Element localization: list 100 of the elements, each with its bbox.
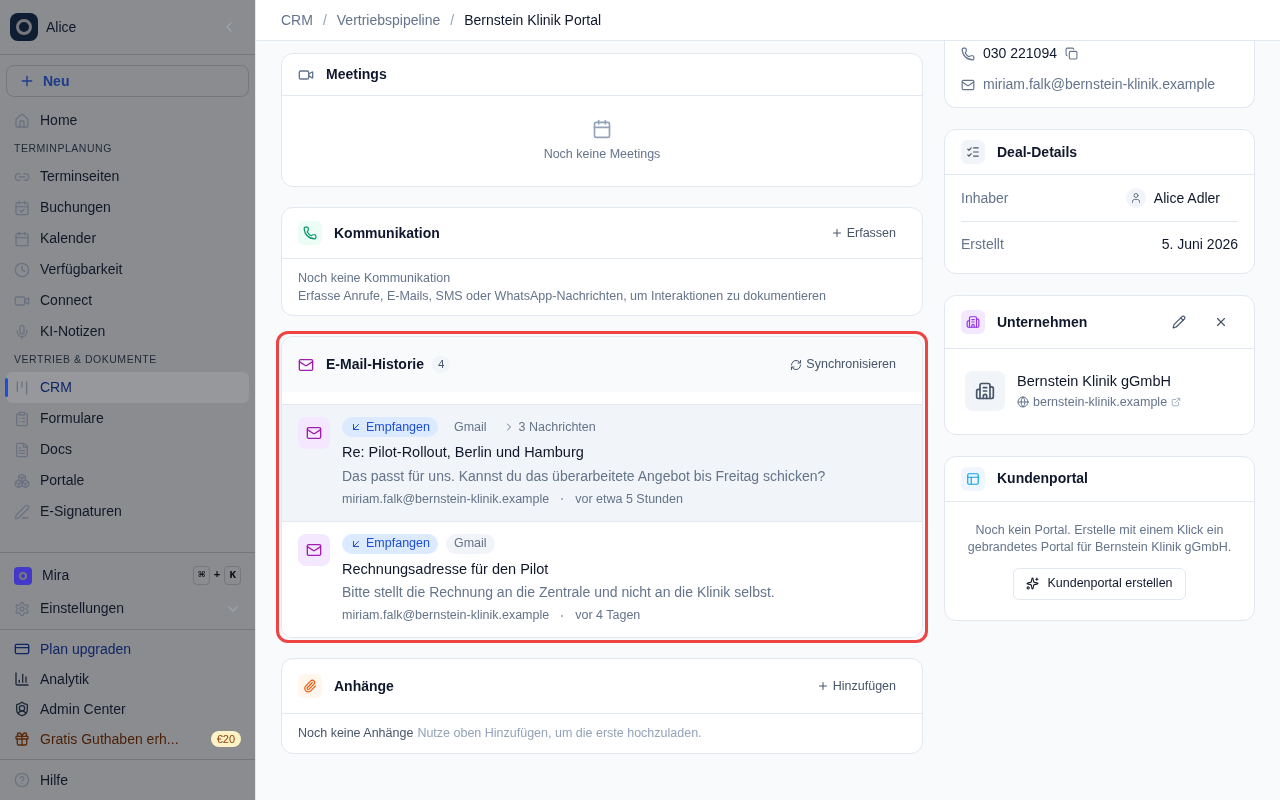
- email-sender: miriam.falk@bernstein-klinik.example: [342, 607, 550, 625]
- phone-icon: [303, 226, 317, 240]
- nav-item[interactable]: Connect: [6, 285, 249, 316]
- phone-number: 030 221094: [983, 44, 1057, 63]
- create-portal-button[interactable]: Kundenportal erstellen: [1013, 567, 1186, 600]
- breadcrumb-separator: /: [322, 10, 327, 30]
- building-icon: [966, 315, 980, 329]
- field-label: Erstellt: [961, 235, 1004, 254]
- add-button[interactable]: Hinzufügen: [816, 676, 896, 696]
- plus-icon: [19, 73, 35, 89]
- close-icon[interactable]: [1214, 315, 1228, 329]
- email-time: vor 4 Tagen: [575, 607, 641, 625]
- nav-item[interactable]: Kalender: [6, 223, 249, 254]
- company-logo-icon: [965, 371, 1005, 412]
- kanban-icon: [14, 379, 30, 396]
- sparkles-icon: [1026, 577, 1040, 590]
- nav-item[interactable]: Admin Center: [6, 694, 249, 724]
- calendar-icon: [14, 230, 30, 247]
- assistant-logo-icon: [14, 566, 32, 585]
- nav-item[interactable]: CRM: [6, 372, 249, 403]
- copy-icon[interactable]: [1064, 47, 1078, 60]
- credit-badge: €20: [210, 730, 241, 748]
- field-value: 5. Juni 2026: [1161, 235, 1238, 254]
- website-link[interactable]: bernstein-klinik.example: [1033, 392, 1168, 412]
- portal-description: Noch kein Portal. Erstelle mit einem Klick ein gebrandetes Portal für Bernstein Klinik gGmbH.: [966, 521, 1233, 556]
- logo-icon: [10, 13, 38, 41]
- empty-state-title: Noch keine Anhänge: [298, 725, 414, 742]
- shortcut-key: +: [213, 567, 221, 584]
- nav-item[interactable]: Buchungen: [6, 192, 249, 223]
- layout-icon: [966, 471, 980, 486]
- new-button[interactable]: Neu: [6, 65, 249, 97]
- nav-item[interactable]: Terminseiten: [6, 161, 249, 192]
- card-title: Meetings: [326, 65, 387, 84]
- breadcrumb-link[interactable]: CRM: [281, 9, 313, 31]
- clipboard-icon: [14, 410, 30, 427]
- email-time: vor etwa 5 Stunden: [575, 490, 683, 508]
- email-sender: miriam.falk@bernstein-klinik.example: [342, 490, 550, 508]
- empty-state-title: Noch keine Kommunikation: [298, 270, 452, 287]
- settings-item[interactable]: Einstellungen: [6, 592, 249, 625]
- home-icon: [14, 112, 30, 129]
- empty-state-text: Nutze oben Hinzufügen, um die erste hochzuladen.: [417, 725, 702, 742]
- nav-item[interactable]: Portale: [6, 465, 249, 496]
- card-title: Anhänge: [334, 676, 394, 696]
- mail-icon: [306, 541, 322, 558]
- card-title: Unternehmen: [997, 312, 1088, 332]
- card-title: Kundenportal: [997, 469, 1088, 488]
- help-item[interactable]: Hilfe: [6, 768, 249, 792]
- email-subject: Rechnungsadresse für den Pilot: [342, 559, 550, 579]
- email-item[interactable]: Empfangen Gmail 3 Nachrichten Re: Pilot-Rollout, Berlin und Hamburg Das passt für uns. Kannst du das überarbeitete Angebot bis Freitag schicken? miriam.falk@bernstein-klinik.example vor etwa 5 Stunden: [282, 404, 922, 521]
- card-title: E-Mail-Historie: [326, 355, 424, 374]
- globe-icon: [1017, 396, 1029, 409]
- pen-icon: [14, 503, 30, 520]
- mail-icon: [961, 77, 975, 92]
- card-title: Deal-Details: [997, 142, 1078, 162]
- nav-item[interactable]: Gratis Guthaben erh... €20: [6, 724, 249, 754]
- source-badge: Gmail: [445, 533, 495, 554]
- shortcut-key: K: [224, 566, 241, 585]
- bar-chart-icon: [14, 671, 30, 687]
- plus-icon: [830, 227, 843, 239]
- empty-state-text: Noch keine Meetings: [543, 145, 661, 163]
- microphone-icon: [14, 323, 30, 340]
- count-badge: 4: [432, 355, 451, 374]
- refresh-icon: [790, 358, 803, 371]
- email-subject: Re: Pilot-Rollout, Berlin und Hamburg: [342, 443, 585, 462]
- add-button[interactable]: Erfassen: [830, 223, 896, 243]
- nav-item[interactable]: E-Signaturen: [6, 496, 249, 527]
- credit-card-icon: [14, 641, 30, 657]
- field-value: Alice Adler: [1153, 188, 1220, 208]
- sync-button[interactable]: Synchronisieren: [790, 355, 896, 374]
- nav-item[interactable]: Home: [6, 105, 249, 136]
- plus-icon: [816, 680, 829, 692]
- gift-icon: [14, 731, 30, 747]
- field-label: Inhaber: [961, 188, 1009, 208]
- shield-user-icon: [14, 701, 30, 717]
- nav-item[interactable]: Plan upgraden: [6, 634, 249, 664]
- email-link[interactable]: miriam.falk@bernstein-klinik.example: [983, 74, 1216, 95]
- nav-item[interactable]: Formulare: [6, 403, 249, 434]
- breadcrumb-link[interactable]: Vertriebspipeline: [336, 9, 441, 31]
- email-preview: Das passt für uns. Kannst du das überarbeitete Angebot bis Freitag schicken?: [342, 466, 826, 486]
- email-item[interactable]: Empfangen Gmail Rechnungsadresse für den Pilot Bitte stellt die Rechnung an die Zentrale und nicht an die Klinik selbst. miriam.falk@bernstein-klinik.example vor 4 Tagen: [282, 520, 922, 637]
- list-icon: [966, 145, 980, 159]
- calendar-icon: [592, 118, 612, 139]
- boxes-icon: [14, 472, 30, 489]
- assistant-item[interactable]: Mira ⌘ + K: [6, 559, 249, 592]
- mail-icon: [306, 425, 322, 441]
- edit-icon[interactable]: [1172, 315, 1186, 329]
- direction-badge: Empfangen: [342, 417, 438, 437]
- direction-badge: Empfangen: [342, 533, 438, 554]
- calendar-check-icon: [14, 199, 30, 216]
- breadcrumb-separator: /: [450, 10, 455, 30]
- nav-item[interactable]: Docs: [6, 434, 249, 465]
- mail-icon: [298, 356, 314, 373]
- section-label: TERMINPLANUNG: [13, 141, 113, 157]
- nav-item[interactable]: KI-Notizen: [6, 316, 249, 347]
- email-preview: Bitte stellt die Rechnung an die Zentrale und nicht an die Klinik selbst.: [342, 583, 775, 603]
- nav-item[interactable]: Verfügbarkeit: [6, 254, 249, 285]
- empty-state-text: Erfasse Anrufe, E-Mails, SMS oder WhatsApp-Nachrichten, um Interaktionen zu dokumentieren: [298, 288, 828, 305]
- help-icon: [14, 772, 30, 788]
- nav-item[interactable]: Analytik: [6, 664, 249, 694]
- thread-toggle[interactable]: 3 Nachrichten: [502, 417, 596, 437]
